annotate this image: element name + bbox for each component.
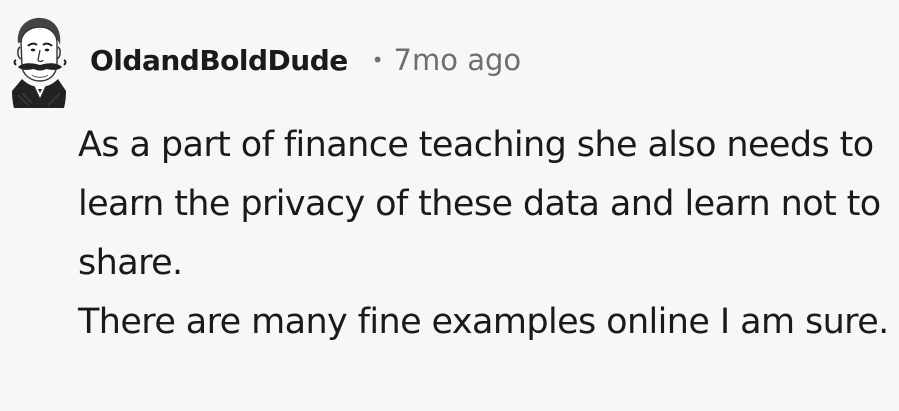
comment-paragraph: As a part of finance teaching she also n… <box>78 125 881 283</box>
comment-paragraph: There are many fine examples online I am… <box>78 302 889 342</box>
comment-body: As a part of finance teaching she also n… <box>78 116 893 352</box>
timestamp-link[interactable]: 7mo ago <box>394 43 522 77</box>
comment-card: OldandBoldDude • 7mo ago As a part of fi… <box>0 0 899 411</box>
comment-header: OldandBoldDude • 7mo ago <box>8 10 521 110</box>
avatar[interactable] <box>8 12 70 108</box>
username-link[interactable]: OldandBoldDude <box>90 44 348 77</box>
separator-dot: • <box>371 48 384 72</box>
